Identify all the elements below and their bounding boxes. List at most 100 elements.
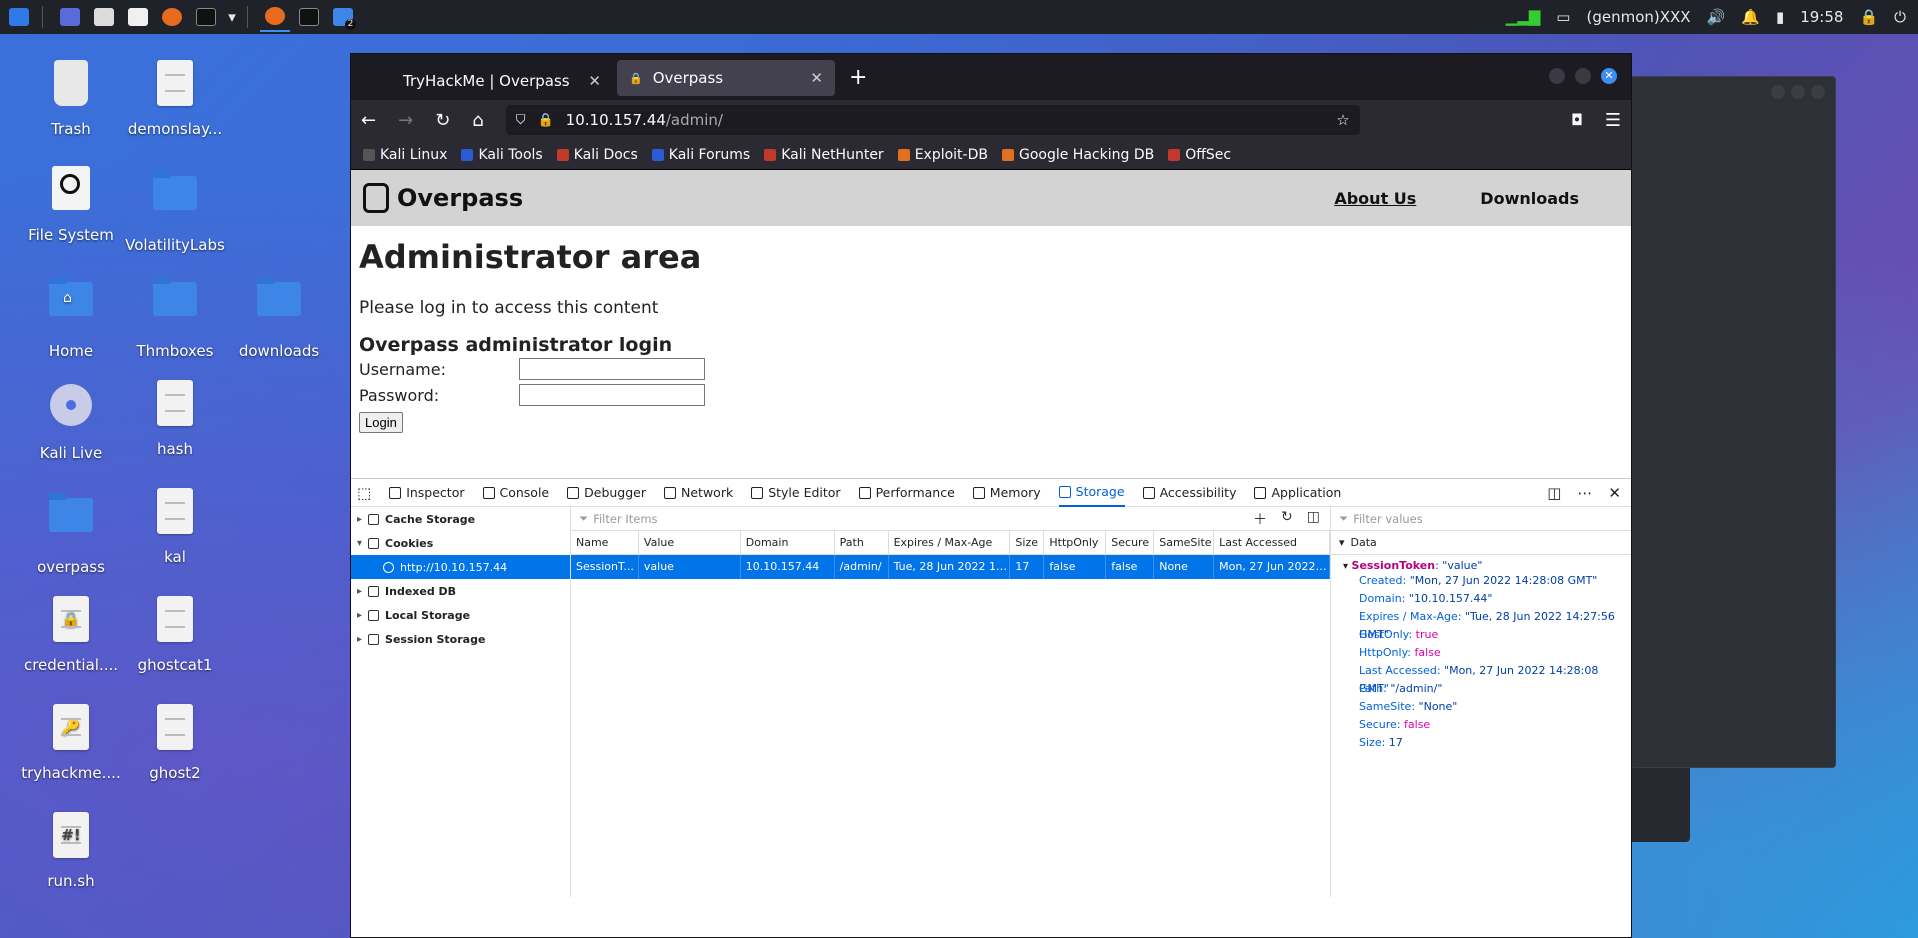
insecure-lock-icon[interactable]: 🔒 <box>537 113 553 128</box>
desktop-icon-ghost2[interactable]: ghost2 <box>120 704 230 782</box>
bookmark-google-hacking-db[interactable]: Google Hacking DB <box>1001 147 1154 163</box>
cookie-detail-row[interactable]: HostOnly: true <box>1331 626 1631 644</box>
storage-tree-item[interactable]: ▾ Cookies <box>351 531 570 555</box>
show-desktop-icon[interactable] <box>55 2 85 32</box>
cookie-detail-row[interactable]: Last Accessed: "Mon, 27 Jun 2022 14:28:0… <box>1331 662 1631 695</box>
chevron-right-icon[interactable]: ▸ <box>357 514 362 525</box>
desktop-icon-tryhackme[interactable]: 🔑 tryhackme.... <box>16 704 126 782</box>
devtools-tab-accessibility[interactable]: Accessibility <box>1142 479 1236 507</box>
bookmark-star-icon[interactable]: ☆ <box>1336 111 1349 129</box>
taskbar-firefox-icon[interactable] <box>260 2 290 32</box>
column-header[interactable]: SameSite <box>1154 530 1215 555</box>
chevron-down-icon[interactable]: ▾ <box>357 538 362 549</box>
devtools-tab-style-editor[interactable]: Style Editor <box>751 479 841 507</box>
desktop-icon-file-system[interactable]: File System <box>16 166 126 244</box>
desktop-icon-volatilitylabs[interactable]: VolatilityLabs <box>120 166 230 254</box>
filter-values-input[interactable]: Filter values <box>1353 512 1423 526</box>
chevron-down-icon[interactable]: ▾ <box>225 2 239 32</box>
devtools-tab-performance[interactable]: Performance <box>858 479 955 507</box>
desktop-icon-overpass[interactable]: overpass <box>16 488 126 576</box>
bookmark-kali-docs[interactable]: Kali Docs <box>556 147 638 163</box>
home-icon[interactable]: ⌂ <box>472 110 483 131</box>
battery-icon[interactable]: ▮ <box>1776 8 1784 26</box>
column-header[interactable]: Value <box>639 530 741 555</box>
bookmark-kali-linux[interactable]: Kali Linux <box>363 147 447 163</box>
chevron-right-icon[interactable]: ▸ <box>357 586 362 597</box>
notification-bell-icon[interactable]: 🔔 <box>1741 8 1760 26</box>
bookmark-kali-tools[interactable]: Kali Tools <box>461 147 543 163</box>
desktop-icon-credential[interactable]: 🔒 credential.... <box>16 596 126 674</box>
terminal-icon[interactable] <box>191 2 221 32</box>
forward-icon[interactable]: → <box>398 110 413 131</box>
column-header[interactable]: Last Accessed <box>1214 530 1330 555</box>
bookmark-kali-forums[interactable]: Kali Forums <box>651 147 750 163</box>
desktop-icon-run-sh[interactable]: #! run.sh <box>16 812 126 890</box>
chevron-right-icon[interactable]: ▸ <box>357 634 362 645</box>
devtools-tab-console[interactable]: Console <box>482 479 549 507</box>
devtools-tab-storage[interactable]: Storage <box>1058 479 1125 507</box>
minimize-button[interactable] <box>1549 68 1565 84</box>
login-button[interactable]: Login <box>359 412 403 433</box>
element-picker-icon[interactable]: ⬚ <box>357 484 371 502</box>
column-header[interactable]: Domain <box>741 530 835 555</box>
data-header[interactable]: ▾ Data <box>1331 531 1631 555</box>
kali-menu-icon[interactable] <box>4 2 34 32</box>
filter-items[interactable]: ⏷ Filter Items ＋ ↻ ◫ <box>571 507 1330 531</box>
close-tab-icon[interactable]: ✕ <box>588 72 601 90</box>
reload-icon[interactable]: ↻ <box>435 110 450 131</box>
taskbar-workspace-icon[interactable]: 2 <box>328 2 358 32</box>
cookie-detail-row[interactable]: Size: 17 <box>1331 734 1631 752</box>
table-row[interactable]: SessionT... value 10.10.157.44/admin/Tue, … <box>571 555 1330 579</box>
cookie-detail-row[interactable]: HttpOnly: false <box>1331 644 1631 662</box>
column-header[interactable]: Secure <box>1106 530 1155 555</box>
column-header[interactable]: Expires / Max-Age <box>889 530 1011 555</box>
storage-tree-item[interactable]: ▸ Session Storage <box>351 627 570 651</box>
devtools-tab-network[interactable]: Network <box>664 479 733 507</box>
bookmark-offsec[interactable]: OffSec <box>1168 147 1231 163</box>
password-field[interactable] <box>519 384 705 406</box>
lock-icon[interactable]: 🔒 <box>1859 8 1878 26</box>
column-header[interactable]: Size <box>1010 530 1045 555</box>
site-logo[interactable]: Overpass <box>363 183 523 213</box>
desktop-icon-kali-live[interactable]: Kali Live <box>16 380 126 462</box>
desktop-icon-home[interactable]: ⌂ Home <box>16 272 126 360</box>
tab-overpass[interactable]: 🔒 Overpass ✕ <box>617 60 835 96</box>
desktop-icon-trash[interactable]: Trash <box>16 60 126 138</box>
taskbar-terminal-icon[interactable] <box>294 2 324 32</box>
maximize-button[interactable] <box>1575 68 1591 84</box>
firefox-icon[interactable] <box>157 2 187 32</box>
nav-downloads[interactable]: Downloads <box>1480 189 1579 208</box>
cookie-detail-row[interactable]: SameSite: "None" <box>1331 698 1631 716</box>
nav-about-us[interactable]: About Us <box>1334 189 1416 208</box>
devtools-tab-memory[interactable]: Memory <box>972 479 1041 507</box>
close-window-button[interactable]: ✕ <box>1601 68 1617 84</box>
back-icon[interactable]: ← <box>361 110 376 131</box>
pocket-icon[interactable]: ◘ <box>1571 111 1583 129</box>
devtools-tab-application[interactable]: Application <box>1254 479 1341 507</box>
desktop-icon-downloads[interactable]: downloads <box>224 272 334 360</box>
cookie-detail-row[interactable]: Domain: "10.10.157.44" <box>1331 590 1631 608</box>
cookie-detail-row[interactable]: Expires / Max-Age: "Tue, 28 Jun 2022 14:… <box>1331 608 1631 641</box>
volume-icon[interactable]: 🔊 <box>1707 8 1726 26</box>
storage-tree-item[interactable]: ▸ Cache Storage <box>351 507 570 531</box>
file-manager-icon[interactable] <box>89 2 119 32</box>
storage-tree-item[interactable]: ▸ Indexed DB <box>351 579 570 603</box>
chevron-right-icon[interactable]: ▸ <box>357 610 362 621</box>
shield-icon[interactable]: ⛉ <box>516 113 526 128</box>
background-window[interactable] <box>1630 76 1836 768</box>
filter-values[interactable]: ⏷ Filter values <box>1331 507 1631 531</box>
column-header[interactable]: HttpOnly <box>1044 530 1107 555</box>
power-icon[interactable]: ⏻ <box>1894 8 1906 26</box>
add-item-icon[interactable]: ＋ <box>1253 509 1267 529</box>
desktop-icon-kal[interactable]: kal <box>120 488 230 566</box>
close-tab-icon[interactable]: ✕ <box>810 69 823 87</box>
menu-icon[interactable]: ☰ <box>1605 110 1621 131</box>
desktop-icon-thmboxes[interactable]: Thmboxes <box>120 272 230 360</box>
session-token-entry[interactable]: ▾ SessionToken: "value" <box>1331 555 1631 572</box>
dock-icon[interactable]: ◫ <box>1547 484 1561 502</box>
bookmark-kali-nethunter[interactable]: Kali NetHunter <box>764 147 884 163</box>
cookie-detail-row[interactable]: Secure: false <box>1331 716 1631 734</box>
storage-tree-item[interactable]: ▸ Local Storage <box>351 603 570 627</box>
filter-items-input[interactable]: Filter Items <box>593 512 657 526</box>
desktop-icon-demonslay[interactable]: demonslay... <box>120 60 230 138</box>
